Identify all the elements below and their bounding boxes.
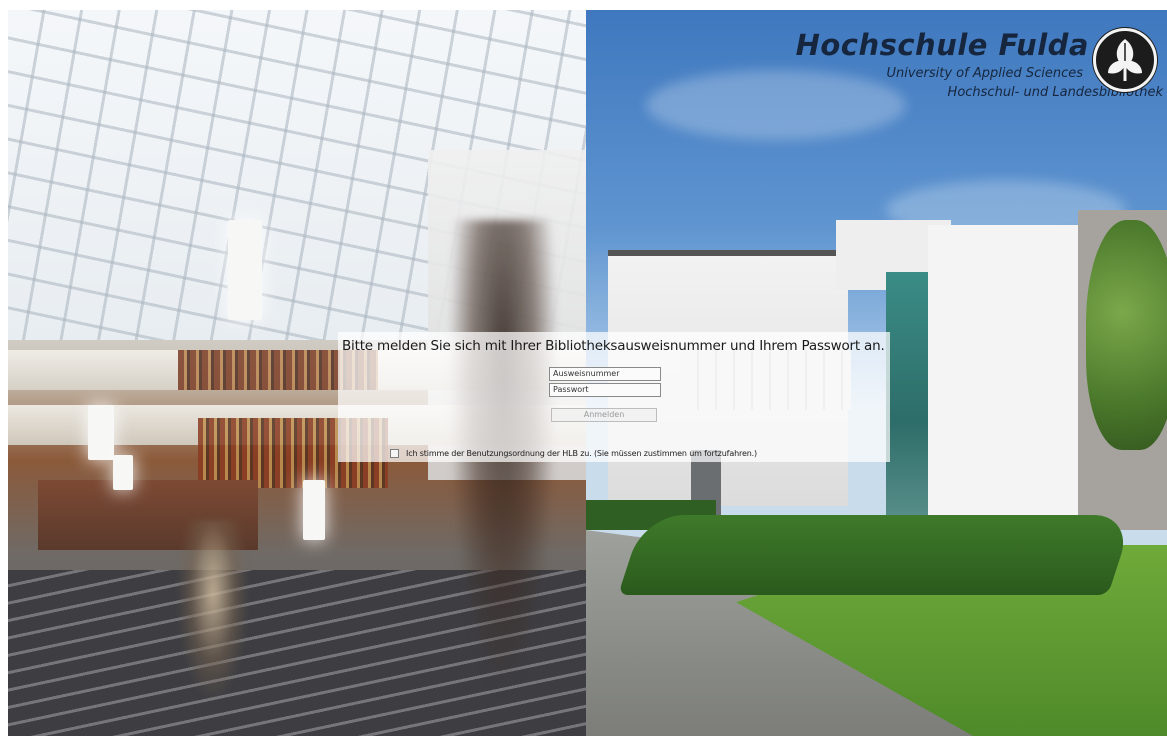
- pendant-lamp: [228, 220, 262, 320]
- login-button[interactable]: Anmelden: [551, 408, 657, 422]
- library-card-number-input[interactable]: [549, 367, 661, 381]
- terms-consent-checkbox[interactable]: [390, 449, 399, 458]
- pendant-lamp: [303, 480, 325, 540]
- tree: [1086, 220, 1167, 450]
- university-name: Hochschule Fulda: [795, 28, 1089, 62]
- pendant-lamp: [88, 405, 114, 460]
- leaf-seal-icon: [1093, 28, 1157, 92]
- page-frame: Hochschule Fulda University of Applied S…: [8, 10, 1167, 736]
- leaf-seal-icon-graphic: [1108, 39, 1142, 81]
- glass-facade: [886, 272, 928, 522]
- login-instructions: Bitte melden Sie sich mit Ihrer Biblioth…: [342, 338, 885, 354]
- building-facade: [928, 225, 1078, 525]
- terms-consent-label: Ich stimme der Benutzungsordnung der HLB…: [406, 449, 758, 458]
- hedge: [618, 515, 1134, 595]
- login-panel: Bitte melden Sie sich mit Ihrer Biblioth…: [338, 332, 890, 462]
- motion-blurred-person: [178, 520, 248, 700]
- terms-consent[interactable]: Ich stimme der Benutzungsordnung der HLB…: [390, 443, 758, 458]
- branding-header: Hochschule Fulda University of Applied S…: [796, 24, 1167, 124]
- university-subtitle: University of Applied Sciences: [886, 66, 1083, 81]
- pendant-lamp: [113, 455, 133, 490]
- password-input[interactable]: [549, 383, 661, 397]
